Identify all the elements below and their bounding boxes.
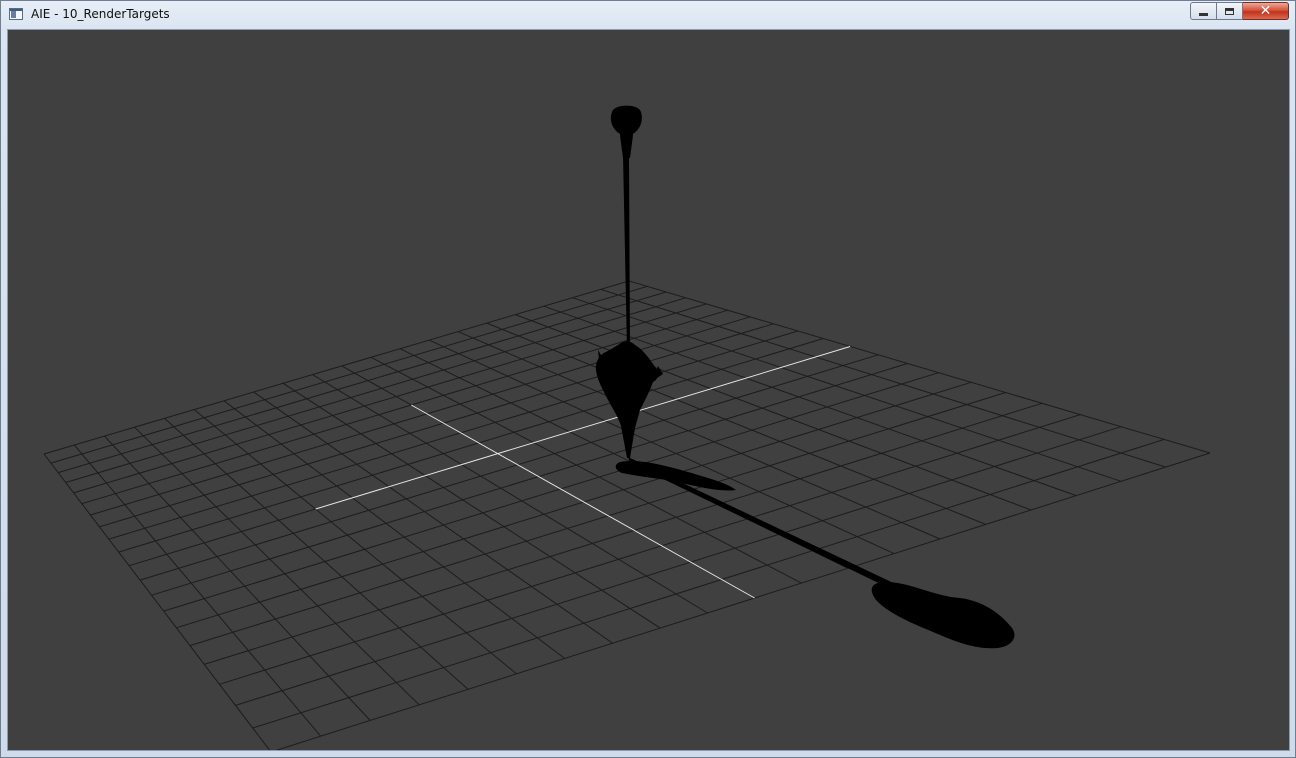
caption-buttons: ✕ (1190, 2, 1289, 22)
grid-line (600, 288, 1166, 468)
grid-line (108, 330, 798, 540)
grid-line (118, 338, 824, 553)
maximize-icon (1225, 7, 1234, 15)
grid-line (163, 372, 939, 612)
grid-line (164, 418, 469, 690)
scene-canvas (43, 105, 1211, 750)
minimize-button[interactable] (1190, 2, 1217, 20)
close-button[interactable]: ✕ (1243, 2, 1289, 20)
app-window: AIE - 10_RenderTargets ✕ (0, 0, 1296, 758)
app-window-icon[interactable] (9, 8, 23, 20)
staff-model (595, 105, 663, 458)
grid-line (312, 374, 708, 614)
staff-head (610, 105, 642, 158)
title-bar[interactable]: AIE - 10_RenderTargets ✕ (1, 1, 1295, 29)
grid-line (219, 414, 1081, 685)
grid-line (65, 297, 686, 483)
grid-line (104, 435, 371, 721)
grid-line (486, 322, 986, 525)
close-icon: ✕ (1259, 3, 1272, 19)
render-viewport[interactable] (7, 29, 1290, 751)
window-title: AIE - 10_RenderTargets (31, 7, 170, 21)
staff-collar (620, 135, 633, 150)
axis-line-z (315, 346, 851, 510)
grid-line (204, 402, 1043, 665)
staff-shadow-head (871, 582, 1015, 649)
grid-line (90, 316, 751, 516)
grid-line (235, 426, 1122, 706)
axis-line-x (411, 404, 755, 599)
grid-line (151, 363, 908, 596)
grid-line (43, 453, 271, 750)
grid-line (370, 356, 802, 584)
grid-line (189, 392, 1006, 647)
minimize-icon (1199, 12, 1208, 16)
staff-shaft (623, 155, 630, 350)
grid-line (223, 400, 566, 659)
maximize-button[interactable] (1217, 2, 1243, 20)
grid-line (176, 381, 972, 629)
